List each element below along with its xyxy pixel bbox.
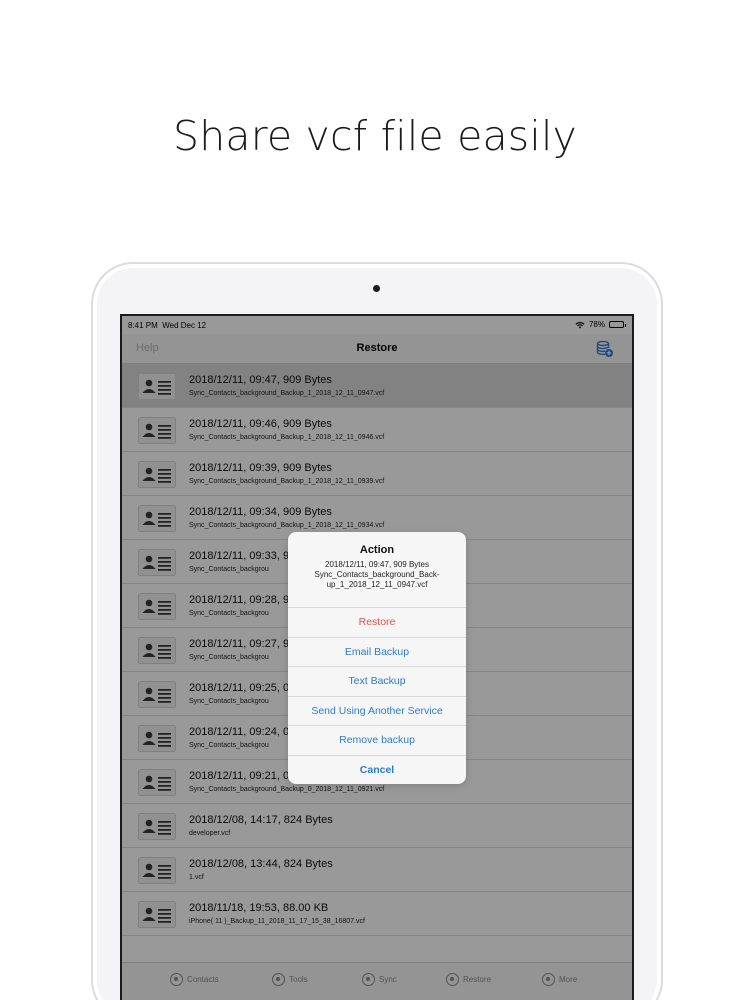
action-sheet: Action 2018/12/11, 09:47, 909 Bytes Sync… bbox=[288, 532, 466, 784]
front-camera bbox=[373, 285, 380, 292]
send-using-another-service-button[interactable]: Send Using Another Service bbox=[288, 697, 466, 726]
text-backup-button[interactable]: Text Backup bbox=[288, 667, 466, 697]
headline: Share vcf file easily bbox=[172, 112, 578, 160]
restore-button[interactable]: Restore bbox=[288, 608, 466, 638]
action-sheet-message: 2018/12/11, 09:47, 909 Bytes Sync_Contac… bbox=[314, 560, 440, 589]
remove-backup-button[interactable]: Remove backup bbox=[288, 726, 466, 756]
email-backup-button[interactable]: Email Backup bbox=[288, 638, 466, 667]
cancel-button[interactable]: Cancel bbox=[288, 756, 466, 785]
app-screen: 8:41 PM Wed Dec 12 78% Help Restore 2018… bbox=[120, 314, 634, 1000]
action-sheet-actions: Restore Email Backup Text Backup Send Using… bbox=[288, 608, 466, 784]
action-sheet-title: Action bbox=[359, 544, 395, 556]
action-sheet-header: Action 2018/12/11, 09:47, 909 Bytes Sync… bbox=[288, 532, 466, 608]
